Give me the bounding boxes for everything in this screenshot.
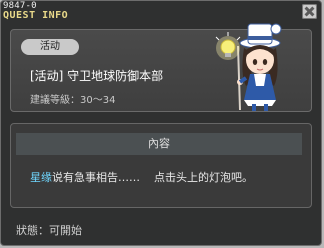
quest-category-badge: 活动 [21, 39, 79, 55]
quest-description: 星缘说有急事相告…… 点击头上的灯泡吧。 [30, 169, 253, 185]
close-button[interactable] [302, 4, 317, 19]
content-header: 內容 [16, 133, 302, 155]
recommended-level: 建議等級：30～34 [30, 95, 116, 106]
lightbulb-icon[interactable] [215, 32, 241, 60]
npc-portrait[interactable] [200, 16, 300, 112]
window-title: QUEST INFO [3, 10, 69, 21]
description-text-1: 说有急事相告…… [52, 171, 140, 184]
quest-status: 狀態：可開始 [16, 224, 82, 237]
quest-name: [活动] 守卫地球防御本部 [30, 69, 164, 83]
npc-name-link[interactable]: 星缘 [30, 171, 52, 184]
description-text-2: 点击头上的灯泡吧。 [154, 171, 253, 184]
